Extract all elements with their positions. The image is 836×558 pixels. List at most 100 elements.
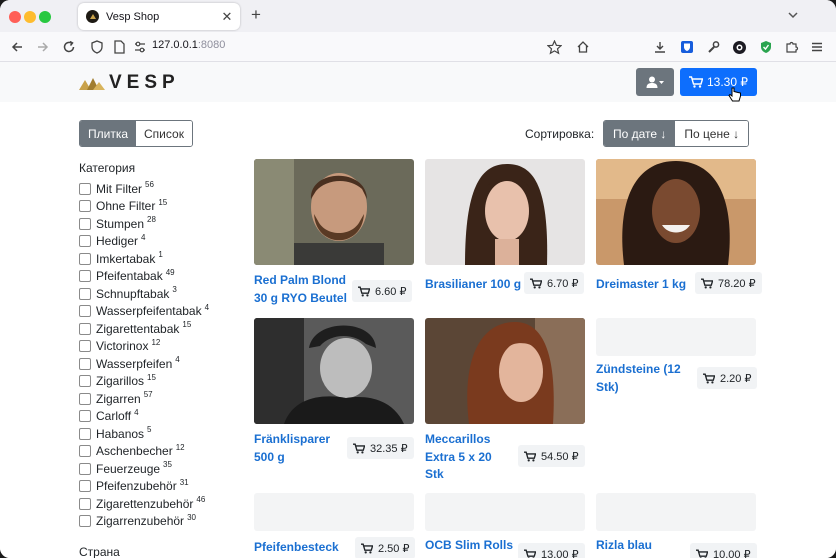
category-filter-item[interactable]: Wasserpfeifen 4 xyxy=(79,355,209,373)
category-checkbox[interactable] xyxy=(79,375,91,388)
category-filter-item[interactable]: Stumpen 28 xyxy=(79,215,209,233)
category-filter-item[interactable]: Zigarettenzubehör 46 xyxy=(79,495,209,513)
category-checkbox[interactable] xyxy=(79,322,91,335)
category-checkbox[interactable] xyxy=(79,392,91,405)
category-filter-item[interactable]: Victorinox 12 xyxy=(79,338,209,356)
menu-icon[interactable] xyxy=(808,38,826,56)
product-name[interactable]: Dreimaster 1 kg xyxy=(596,276,686,294)
add-to-cart-button[interactable]: 54.50 ₽ xyxy=(518,445,585,467)
page-info-icon[interactable] xyxy=(110,38,128,56)
site-logo[interactable]: VESP xyxy=(79,72,180,94)
permissions-icon[interactable] xyxy=(131,38,149,56)
category-checkbox[interactable] xyxy=(79,235,91,248)
extensions-icon[interactable] xyxy=(783,38,801,56)
downloads-icon[interactable] xyxy=(651,38,669,56)
category-filter-item[interactable]: Imkertabak 1 xyxy=(79,250,209,268)
category-checkbox[interactable] xyxy=(79,357,91,370)
product-name[interactable]: Brasilianer 100 g xyxy=(425,276,521,294)
product-name[interactable]: OCB Slim Rolls xyxy=(425,537,513,555)
product-name[interactable]: Pfeifenbesteck xyxy=(254,539,339,557)
close-window-button[interactable] xyxy=(9,11,21,23)
category-checkbox[interactable] xyxy=(79,252,91,265)
category-checkbox[interactable] xyxy=(79,182,91,195)
category-checkbox[interactable] xyxy=(79,515,91,528)
minimize-window-button[interactable] xyxy=(24,11,36,23)
add-to-cart-button[interactable]: 32.35 ₽ xyxy=(347,437,414,459)
tools-wrench-icon[interactable] xyxy=(704,38,722,56)
list-all-tabs-icon[interactable] xyxy=(786,8,800,22)
product-image[interactable] xyxy=(254,159,414,265)
category-filter-item[interactable]: Zigarren 57 xyxy=(79,390,209,408)
add-to-cart-button[interactable]: 13.00 ₽ xyxy=(518,543,585,558)
category-name: Zigarettentabak xyxy=(96,321,180,336)
bookmark-star-icon[interactable] xyxy=(545,38,563,56)
category-filter-item[interactable]: Pfeifenzubehör 31 xyxy=(79,478,209,496)
product-image-placeholder[interactable] xyxy=(425,493,585,531)
bitwarden-icon[interactable] xyxy=(678,38,696,56)
category-checkbox[interactable] xyxy=(79,340,91,353)
new-tab-icon[interactable]: + xyxy=(246,5,266,25)
product-image-placeholder[interactable] xyxy=(596,493,756,531)
product-image[interactable] xyxy=(596,159,756,265)
category-filter-item[interactable]: Hediger 4 xyxy=(79,233,209,251)
logo-text: VESP xyxy=(109,72,180,93)
zoom-window-button[interactable] xyxy=(39,11,51,23)
product-name[interactable]: Red Palm Blond 30 g RYO Beutel xyxy=(254,272,347,307)
back-icon[interactable] xyxy=(8,38,26,56)
add-to-cart-button[interactable]: 2.50 ₽ xyxy=(355,537,416,558)
forward-icon[interactable] xyxy=(34,38,52,56)
category-checkbox[interactable] xyxy=(79,270,91,283)
category-filter-item[interactable]: Carloff 4 xyxy=(79,408,209,426)
add-to-cart-button[interactable]: 10.00 ₽ xyxy=(690,543,757,558)
privacy-extension-icon[interactable] xyxy=(730,38,748,56)
close-tab-icon[interactable]: ✕ xyxy=(218,9,236,25)
category-checkbox[interactable] xyxy=(79,480,91,493)
product-image[interactable] xyxy=(425,318,585,424)
category-checkbox[interactable] xyxy=(79,200,91,213)
list-view-button[interactable]: Список xyxy=(136,121,192,146)
category-checkbox[interactable] xyxy=(79,287,91,300)
cart-button[interactable]: 13.30 ₽ xyxy=(680,68,757,96)
add-to-cart-button[interactable]: 2.20 ₽ xyxy=(697,367,758,389)
product-name[interactable]: Fränklisparer 500 g xyxy=(254,431,330,466)
category-filter-item[interactable]: Habanos 5 xyxy=(79,425,209,443)
category-checkbox[interactable] xyxy=(79,410,91,423)
product-image[interactable] xyxy=(425,159,585,265)
sort-by-date-button[interactable]: По дате ↓ xyxy=(604,121,676,146)
product-image-placeholder[interactable] xyxy=(254,493,414,531)
category-filter-item[interactable]: Zigarillos 15 xyxy=(79,373,209,391)
product-name[interactable]: Meccarillos Extra 5 x 20 Stk xyxy=(425,431,492,484)
category-checkbox[interactable] xyxy=(79,462,91,475)
sort-by-price-button[interactable]: По цене ↓ xyxy=(675,121,749,146)
product-image-placeholder[interactable] xyxy=(596,318,756,356)
browser-tab[interactable]: Vesp Shop ✕ xyxy=(78,3,240,30)
category-filter-item[interactable]: Ohne Filter 15 xyxy=(79,198,209,216)
category-filter-item[interactable]: Feuerzeuge 35 xyxy=(79,460,209,478)
category-checkbox[interactable] xyxy=(79,427,91,440)
category-filter-item[interactable]: Mit Filter 56 xyxy=(79,180,209,198)
category-filter-item[interactable]: Zigarrenzubehör 30 xyxy=(79,513,209,531)
add-to-cart-button[interactable]: 6.60 ₽ xyxy=(352,280,413,302)
category-filter-item[interactable]: Schnupftabak 3 xyxy=(79,285,209,303)
category-filter-item[interactable]: Pfeifentabak 49 xyxy=(79,268,209,286)
tile-view-button[interactable]: Плитка xyxy=(80,121,137,146)
tab-title: Vesp Shop xyxy=(106,10,160,23)
adblock-shield-icon[interactable] xyxy=(757,38,775,56)
category-filter-item[interactable]: Zigarettentabak 15 xyxy=(79,320,209,338)
reload-icon[interactable] xyxy=(60,38,78,56)
user-menu-button[interactable] xyxy=(636,68,674,96)
product-image[interactable] xyxy=(254,318,414,424)
shield-icon[interactable] xyxy=(88,38,106,56)
category-checkbox[interactable] xyxy=(79,445,91,458)
category-filter-item[interactable]: Aschenbecher 12 xyxy=(79,443,209,461)
add-to-cart-button[interactable]: 6.70 ₽ xyxy=(524,272,585,294)
category-filter-item[interactable]: Wasserpfeifentabak 4 xyxy=(79,303,209,321)
add-to-cart-button[interactable]: 78.20 ₽ xyxy=(695,272,762,294)
category-checkbox[interactable] xyxy=(79,305,91,318)
category-checkbox[interactable] xyxy=(79,497,91,510)
home-icon[interactable] xyxy=(574,38,592,56)
address-bar[interactable]: 127.0.0.1:8080 xyxy=(152,39,225,51)
product-name[interactable]: Zündsteine (12 Stk) xyxy=(596,361,681,396)
product-name[interactable]: Rizla blau xyxy=(596,537,652,555)
category-checkbox[interactable] xyxy=(79,217,91,230)
